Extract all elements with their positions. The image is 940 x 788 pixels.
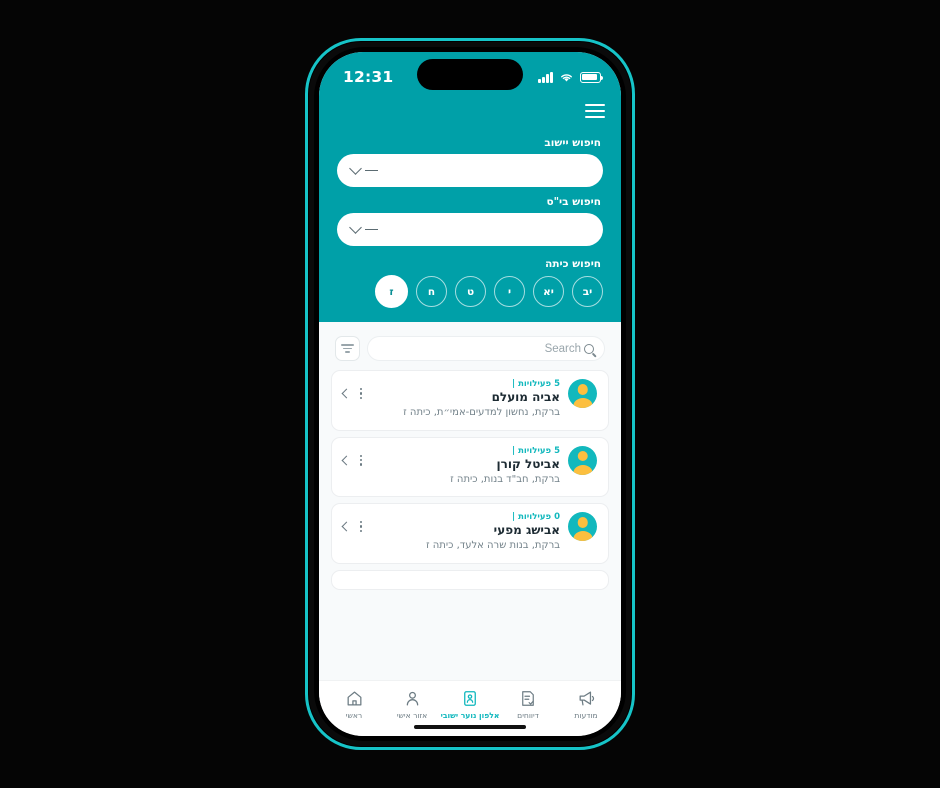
status-bar: 12:31 [319, 52, 621, 94]
chevron-left-icon[interactable] [341, 455, 352, 466]
tab-moda-ot[interactable]: מודעות [557, 688, 615, 720]
battery-icon [580, 71, 604, 83]
search-placeholder: Search [544, 342, 581, 355]
person-name: אבישג מפעי [493, 523, 560, 537]
list-item-content: 5 פעילויות | אביה מועלם ברקת, נחשון למדע… [370, 379, 560, 421]
chevron-down-icon [349, 162, 362, 175]
list-item-actions [341, 446, 363, 466]
class-chip-yod-bet[interactable]: יב [572, 276, 603, 307]
home-indicator [414, 725, 526, 729]
report-document-icon [518, 688, 538, 708]
list-item-content: 0 פעילויות | אבישג מפעי ברקת, בנות שרה א… [370, 512, 560, 554]
search-row: Search [335, 336, 605, 361]
town-search-value [365, 169, 378, 172]
phone-screen: 12:31 חיפוש יישוב חיפוש בי"ס חיפוש כיתה … [319, 52, 621, 736]
content-area: Search 5 פעילויות | אביה מועלם ברקת, נחש… [319, 322, 621, 680]
menu-row [319, 94, 621, 128]
signal-bars-icon [538, 71, 553, 83]
class-chip-group: יב יא י ט ח ז [319, 275, 621, 312]
more-vertical-icon[interactable] [360, 454, 363, 466]
chevron-down-icon [349, 221, 362, 234]
home-icon [344, 688, 364, 708]
person-details: ברקת, נחשון למדעים-אמי״ת, כיתה ז [403, 407, 560, 418]
list-item[interactable]: 0 פעילויות | אבישג מפעי ברקת, בנות שרה א… [331, 503, 609, 564]
list-item[interactable]: 5 פעילויות | אביה מועלם ברקת, נחשון למדע… [331, 370, 609, 431]
wifi-icon [561, 73, 572, 81]
youth-list: 5 פעילויות | אביה מועלם ברקת, נחשון למדע… [331, 370, 609, 596]
list-item[interactable] [331, 569, 609, 590]
search-icon [584, 343, 594, 354]
tab-label: אלפון נוער ישובי [440, 711, 500, 720]
tab-label: ראשי [345, 711, 363, 720]
person-name: אביה מועלם [491, 390, 560, 404]
tab-rashi[interactable]: ראשי [325, 688, 383, 720]
town-search-label: חיפוש יישוב [544, 137, 601, 149]
status-bar-icons [538, 71, 604, 83]
school-search-field-group: חיפוש בי"ס [319, 196, 621, 246]
more-vertical-icon[interactable] [360, 388, 363, 400]
person-details: ברקת, בנות שרה אלעד, כיתה ז [426, 540, 560, 551]
activities-count: 5 פעילויות | [512, 379, 560, 389]
megaphone-icon [576, 688, 596, 708]
activities-count: 0 פעילויות | [512, 512, 560, 522]
user-avatar-icon [568, 379, 597, 408]
school-search-value [365, 228, 378, 231]
tab-alfon-noar-yishuvi[interactable]: אלפון נוער ישובי [441, 688, 499, 720]
tab-label: אזור אישי [396, 711, 428, 720]
tab-divuchim[interactable]: דיווחים [499, 688, 557, 720]
list-item-actions [341, 512, 363, 533]
class-chip-yod-alef[interactable]: יא [533, 276, 564, 307]
chevron-left-icon[interactable] [341, 521, 352, 532]
list-item-actions [341, 379, 363, 400]
screenshot-root: 12:31 חיפוש יישוב חיפוש בי"ס חיפוש כיתה … [0, 0, 940, 788]
activities-count: 5 פעילויות | [512, 445, 560, 456]
dynamic-island [417, 59, 523, 90]
app-header: 12:31 חיפוש יישוב חיפוש בי"ס חיפוש כיתה … [319, 52, 621, 322]
phone-frame: 12:31 חיפוש יישוב חיפוש בי"ס חיפוש כיתה … [305, 38, 635, 750]
list-item-content: 5 פעילויות | אביטל קורן ברקת, חב"ד בנות,… [370, 446, 560, 488]
status-bar-time: 12:31 [343, 68, 394, 86]
class-chip-yod[interactable]: י [494, 276, 525, 307]
class-search-label: חיפוש כיתה [545, 258, 601, 270]
school-search-select[interactable] [337, 213, 603, 246]
person-details: ברקת, חב"ד בנות, כיתה ז [450, 473, 560, 485]
person-name: אביטל קורן [496, 456, 560, 471]
tab-ezor-ishi[interactable]: אזור אישי [383, 688, 441, 720]
hamburger-menu-icon[interactable] [585, 104, 605, 118]
class-chip-tet[interactable]: ט [455, 276, 486, 307]
user-avatar-icon [568, 512, 597, 541]
tab-label: דיווחים [517, 711, 539, 720]
chevron-left-icon[interactable] [341, 388, 352, 399]
filter-icon[interactable] [335, 336, 360, 361]
school-search-label: חיפוש בי"ס [546, 196, 601, 208]
class-chip-het[interactable]: ח [416, 276, 447, 307]
town-search-field-group: חיפוש יישוב [319, 137, 621, 187]
town-search-select[interactable] [337, 154, 603, 187]
tab-label: מודעות [574, 711, 598, 720]
more-vertical-icon[interactable] [360, 521, 363, 533]
class-chip-zayin[interactable]: ז [375, 275, 408, 308]
id-card-icon [460, 688, 480, 708]
list-item[interactable]: 5 פעילויות | אביטל קורן ברקת, חב"ד בנות,… [331, 436, 609, 497]
user-avatar-icon [568, 445, 597, 475]
person-icon [402, 688, 422, 708]
search-input[interactable]: Search [367, 336, 605, 361]
